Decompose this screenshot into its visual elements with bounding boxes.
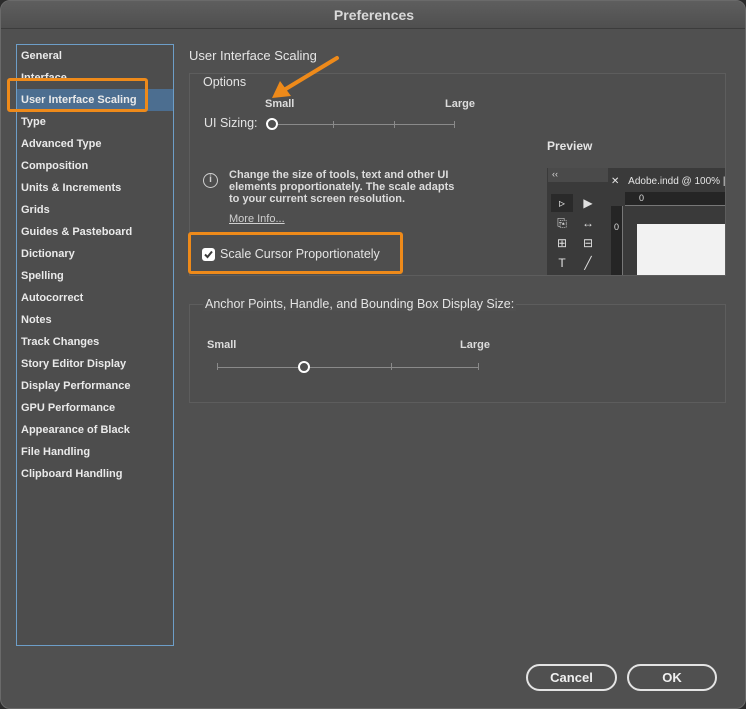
document-tab: ✕ Adobe.indd @ 100% |: [611, 173, 725, 191]
ui-sizing-slider-thumb[interactable]: [266, 118, 278, 130]
preview-page: [637, 224, 725, 275]
sidebar-item-display-performance[interactable]: Display Performance: [17, 375, 173, 397]
selection-highlight-annotation: [7, 78, 148, 112]
title-bar[interactable]: Preferences: [1, 1, 745, 29]
sidebar-item-general[interactable]: General: [17, 45, 173, 67]
sidebar-item-units-increments[interactable]: Units & Increments: [17, 177, 173, 199]
vertical-ruler: 0: [611, 206, 623, 275]
cancel-button[interactable]: Cancel: [526, 664, 617, 691]
tools-panel-collapse-icon: ‹‹: [548, 168, 608, 182]
sidebar-item-spelling[interactable]: Spelling: [17, 265, 173, 287]
sidebar-item-composition[interactable]: Composition: [17, 155, 173, 177]
anchor-size-slider-thumb[interactable]: [298, 361, 310, 373]
ui-sizing-min-label: Small: [265, 98, 295, 110]
scale-cursor-label[interactable]: Scale Cursor Proportionately: [220, 247, 380, 261]
checkmark-icon: [204, 250, 213, 259]
window-title: Preferences: [333, 7, 415, 23]
ui-sizing-label: UI Sizing:: [204, 116, 258, 130]
cancel-button-label: Cancel: [550, 670, 593, 685]
anchor-size-tick: [217, 363, 218, 370]
anchor-size-min-label: Small: [207, 339, 237, 351]
anchor-size-slider-track[interactable]: [217, 367, 479, 368]
anchor-size-group: [189, 304, 726, 403]
anchor-size-tick: [391, 363, 392, 370]
type-tool-icon: T: [558, 256, 566, 270]
tab-close-icon: ✕: [611, 176, 620, 187]
preview-label: Preview: [547, 139, 593, 153]
preview-panel: ‹‹ ▹ ▶ ⎘ ↔ ⊞ ⊟ T ╱ ✕ Adobe.indd @ 100% |…: [547, 168, 725, 275]
direct-selection-tool-icon: ▶: [583, 196, 593, 210]
page-title: User Interface Scaling: [189, 48, 317, 63]
sidebar-item-autocorrect[interactable]: Autocorrect: [17, 287, 173, 309]
sidebar-item-grids[interactable]: Grids: [17, 199, 173, 221]
line-tool-icon: ╱: [584, 256, 592, 270]
content-collector-icon: ⊞: [556, 236, 568, 250]
options-heading: Options: [203, 75, 247, 89]
sidebar-item-file-handling[interactable]: File Handling: [17, 441, 173, 463]
ok-button[interactable]: OK: [627, 664, 717, 691]
ruler-zero-label: 0: [614, 222, 620, 232]
ui-sizing-tick: [333, 121, 334, 128]
ruler-zero-label: 0: [639, 193, 645, 203]
anchor-size-max-label: Large: [460, 339, 490, 351]
document-tab-label: Adobe.indd @ 100% |: [628, 176, 725, 187]
content-placer-icon: ⊟: [582, 236, 594, 250]
tools-panel: ▹ ▶ ⎘ ↔ ⊞ ⊟ T ╱: [551, 194, 603, 274]
preferences-dialog: Preferences General Interface User Inter…: [0, 0, 746, 709]
ui-sizing-tick: [394, 121, 395, 128]
info-icon: i: [203, 173, 218, 188]
sidebar-item-notes[interactable]: Notes: [17, 309, 173, 331]
sidebar-item-story-editor-display[interactable]: Story Editor Display: [17, 353, 173, 375]
scale-cursor-checkbox[interactable]: [202, 248, 215, 261]
ui-sizing-max-label: Large: [445, 98, 475, 110]
sidebar-item-appearance-of-black[interactable]: Appearance of Black: [17, 419, 173, 441]
info-text: Change the size of tools, text and other…: [229, 169, 455, 205]
anchor-size-tick: [478, 363, 479, 370]
sidebar-item-guides-pasteboard[interactable]: Guides & Pasteboard: [17, 221, 173, 243]
sidebar-item-gpu-performance[interactable]: GPU Performance: [17, 397, 173, 419]
ui-sizing-tick: [454, 121, 455, 128]
more-info-link[interactable]: More Info...: [229, 213, 285, 225]
ui-sizing-slider-track[interactable]: [272, 124, 455, 125]
gap-tool-icon: ↔: [582, 216, 594, 230]
ok-button-label: OK: [662, 670, 682, 685]
sidebar-item-advanced-type[interactable]: Advanced Type: [17, 133, 173, 155]
sidebar-item-dictionary[interactable]: Dictionary: [17, 243, 173, 265]
sidebar-item-track-changes[interactable]: Track Changes: [17, 331, 173, 353]
anchor-size-heading: Anchor Points, Handle, and Bounding Box …: [203, 297, 517, 311]
preferences-sidebar: General Interface User Interface Scaling…: [16, 44, 174, 646]
page-tool-icon: ⎘: [557, 216, 567, 230]
selection-tool-icon: ▹: [551, 194, 573, 212]
sidebar-item-type[interactable]: Type: [17, 111, 173, 133]
horizontal-ruler: 0: [625, 192, 725, 206]
sidebar-item-clipboard-handling[interactable]: Clipboard Handling: [17, 463, 173, 485]
